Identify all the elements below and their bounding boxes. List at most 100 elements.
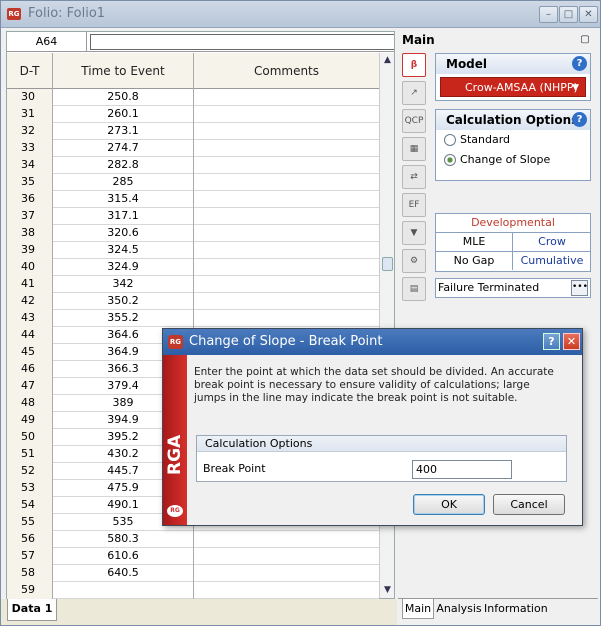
calc-options-help-icon[interactable]: ?	[572, 112, 587, 127]
estimation-method[interactable]: MLE	[436, 233, 513, 251]
row-number[interactable]: 48	[7, 395, 53, 412]
row-number[interactable]: 33	[7, 140, 53, 157]
time-to-event-cell[interactable]: 355.2	[53, 310, 194, 327]
row-number[interactable]: 53	[7, 480, 53, 497]
cancel-button[interactable]: Cancel	[493, 494, 565, 515]
row-number[interactable]: 31	[7, 106, 53, 123]
row-number[interactable]: 46	[7, 361, 53, 378]
comments-cell[interactable]	[194, 157, 379, 174]
pin-icon[interactable]: ▢	[578, 33, 592, 46]
maximize-button[interactable]: □	[559, 6, 578, 23]
time-to-event-cell[interactable]: 285	[53, 174, 194, 191]
scroll-up-button[interactable]: ▲	[380, 53, 395, 68]
column-header-dt[interactable]: D-T	[7, 53, 53, 89]
row-number[interactable]: 54	[7, 497, 53, 514]
termination-options-button[interactable]: •••	[571, 280, 588, 296]
model-dropdown[interactable]: Crow-AMSAA (NHPP) ▼	[440, 77, 586, 97]
row-number[interactable]: 45	[7, 344, 53, 361]
close-button[interactable]: ✕	[579, 6, 598, 23]
comments-cell[interactable]	[194, 565, 379, 582]
row-number[interactable]: 51	[7, 446, 53, 463]
gap-option[interactable]: No Gap	[436, 252, 513, 270]
comments-cell[interactable]	[194, 276, 379, 293]
time-to-event-cell[interactable]: 317.1	[53, 208, 194, 225]
cell-reference[interactable]: A64	[7, 32, 87, 52]
row-number[interactable]: 59	[7, 582, 53, 599]
break-point-input[interactable]	[412, 460, 512, 479]
comments-cell[interactable]	[194, 531, 379, 548]
row-number[interactable]: 39	[7, 242, 53, 259]
row-number[interactable]: 32	[7, 123, 53, 140]
tab-information[interactable]: Information	[484, 599, 548, 619]
column-header-comments[interactable]: Comments	[194, 53, 379, 89]
comments-cell[interactable]	[194, 582, 379, 599]
row-number[interactable]: 41	[7, 276, 53, 293]
time-to-event-cell[interactable]: 273.1	[53, 123, 194, 140]
standard-radio[interactable]: Standard	[436, 130, 590, 150]
row-number[interactable]: 55	[7, 514, 53, 531]
sheet-tab-data-1[interactable]: Data 1	[7, 599, 57, 621]
comments-cell[interactable]	[194, 106, 379, 123]
comments-cell[interactable]	[194, 123, 379, 140]
chart-icon[interactable]: ▤	[402, 277, 426, 301]
model-help-icon[interactable]: ?	[572, 56, 587, 71]
comments-cell[interactable]	[194, 310, 379, 327]
time-to-event-cell[interactable]: 580.3	[53, 531, 194, 548]
row-number[interactable]: 52	[7, 463, 53, 480]
row-number[interactable]: 56	[7, 531, 53, 548]
row-number[interactable]: 37	[7, 208, 53, 225]
tab-main[interactable]: Main	[402, 599, 434, 619]
column-header-time-to-event[interactable]: Time to Event	[53, 53, 194, 89]
calculate-icon[interactable]: β	[402, 53, 426, 77]
transfer-icon[interactable]: ⇄	[402, 165, 426, 189]
row-number[interactable]: 49	[7, 412, 53, 429]
row-number[interactable]: 30	[7, 89, 53, 106]
time-to-event-cell[interactable]: 282.8	[53, 157, 194, 174]
model-method[interactable]: Crow	[513, 233, 591, 251]
time-to-event-cell[interactable]: 610.6	[53, 548, 194, 565]
ef-icon[interactable]: EF	[402, 193, 426, 217]
formula-input[interactable]	[90, 34, 394, 50]
row-number[interactable]: 34	[7, 157, 53, 174]
time-to-event-cell[interactable]: 260.1	[53, 106, 194, 123]
time-to-event-cell[interactable]: 350.2	[53, 293, 194, 310]
row-number[interactable]: 58	[7, 565, 53, 582]
row-number[interactable]: 47	[7, 378, 53, 395]
row-number[interactable]: 42	[7, 293, 53, 310]
comments-cell[interactable]	[194, 140, 379, 157]
time-to-event-cell[interactable]: 250.8	[53, 89, 194, 106]
termination-field[interactable]: Failure Terminated •••	[435, 278, 591, 298]
row-number[interactable]: 36	[7, 191, 53, 208]
time-to-event-cell[interactable]: 315.4	[53, 191, 194, 208]
settings-icon[interactable]: ⚙	[402, 249, 426, 273]
row-number[interactable]: 38	[7, 225, 53, 242]
dialog-help-button[interactable]: ?	[543, 333, 560, 350]
change-of-slope-radio[interactable]: Change of Slope	[436, 150, 590, 170]
comments-cell[interactable]	[194, 208, 379, 225]
time-to-event-cell[interactable]: 342	[53, 276, 194, 293]
time-to-event-cell[interactable]: 274.7	[53, 140, 194, 157]
row-number[interactable]: 57	[7, 548, 53, 565]
row-number[interactable]: 50	[7, 429, 53, 446]
ok-button[interactable]: OK	[413, 494, 485, 515]
comments-cell[interactable]	[194, 293, 379, 310]
plot-icon[interactable]: ↗	[402, 81, 426, 105]
scroll-thumb[interactable]	[382, 257, 393, 271]
comments-cell[interactable]	[194, 242, 379, 259]
time-to-event-cell[interactable]	[53, 582, 194, 599]
row-number[interactable]: 44	[7, 327, 53, 344]
comments-cell[interactable]	[194, 89, 379, 106]
comments-cell[interactable]	[194, 191, 379, 208]
filter-icon[interactable]: ▼	[402, 221, 426, 245]
comments-cell[interactable]	[194, 225, 379, 242]
row-number[interactable]: 40	[7, 259, 53, 276]
dialog-close-button[interactable]: ✕	[563, 333, 580, 350]
row-number[interactable]: 43	[7, 310, 53, 327]
comments-cell[interactable]	[194, 548, 379, 565]
plot-type[interactable]: Cumulative	[513, 252, 591, 270]
tab-analysis[interactable]: Analysis	[436, 599, 482, 619]
scroll-down-button[interactable]: ▼	[380, 583, 395, 598]
qcp-icon[interactable]: QCP	[402, 109, 426, 133]
time-to-event-cell[interactable]: 324.5	[53, 242, 194, 259]
time-to-event-cell[interactable]: 640.5	[53, 565, 194, 582]
